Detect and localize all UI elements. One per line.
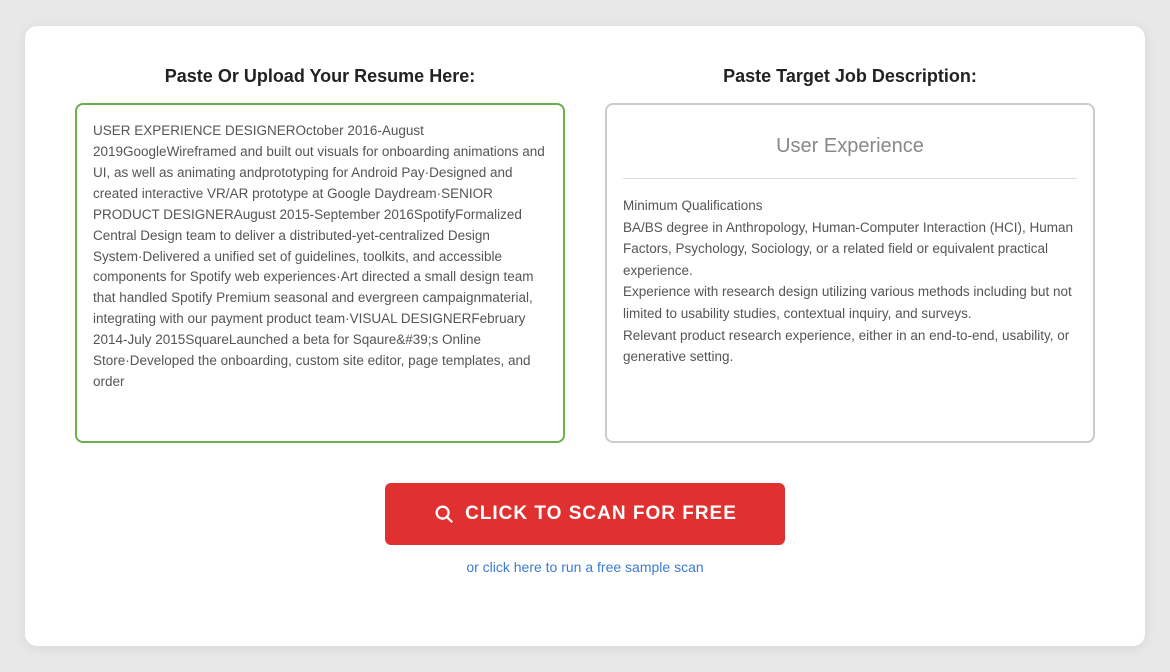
job-description-text: Minimum QualificationsBA/BS degree in An… <box>623 195 1077 368</box>
main-card: Paste Or Upload Your Resume Here: Paste … <box>25 26 1145 646</box>
two-column-layout: Paste Or Upload Your Resume Here: Paste … <box>75 66 1095 443</box>
resume-column: Paste Or Upload Your Resume Here: <box>75 66 565 443</box>
job-column: Paste Target Job Description: User Exper… <box>605 66 1095 443</box>
scan-button-label: CLICK TO SCAN FOR FREE <box>465 503 737 525</box>
scan-button[interactable]: CLICK TO SCAN FOR FREE <box>385 483 785 545</box>
sample-scan-link[interactable]: or click here to run a free sample scan <box>466 559 703 575</box>
resume-textarea[interactable] <box>75 103 565 443</box>
job-title: User Experience <box>623 121 1077 179</box>
scan-area: CLICK TO SCAN FOR FREE or click here to … <box>385 483 785 575</box>
job-column-header: Paste Target Job Description: <box>605 66 1095 87</box>
search-icon <box>433 503 455 525</box>
job-description-box[interactable]: User Experience Minimum QualificationsBA… <box>605 103 1095 443</box>
resume-column-header: Paste Or Upload Your Resume Here: <box>75 66 565 87</box>
